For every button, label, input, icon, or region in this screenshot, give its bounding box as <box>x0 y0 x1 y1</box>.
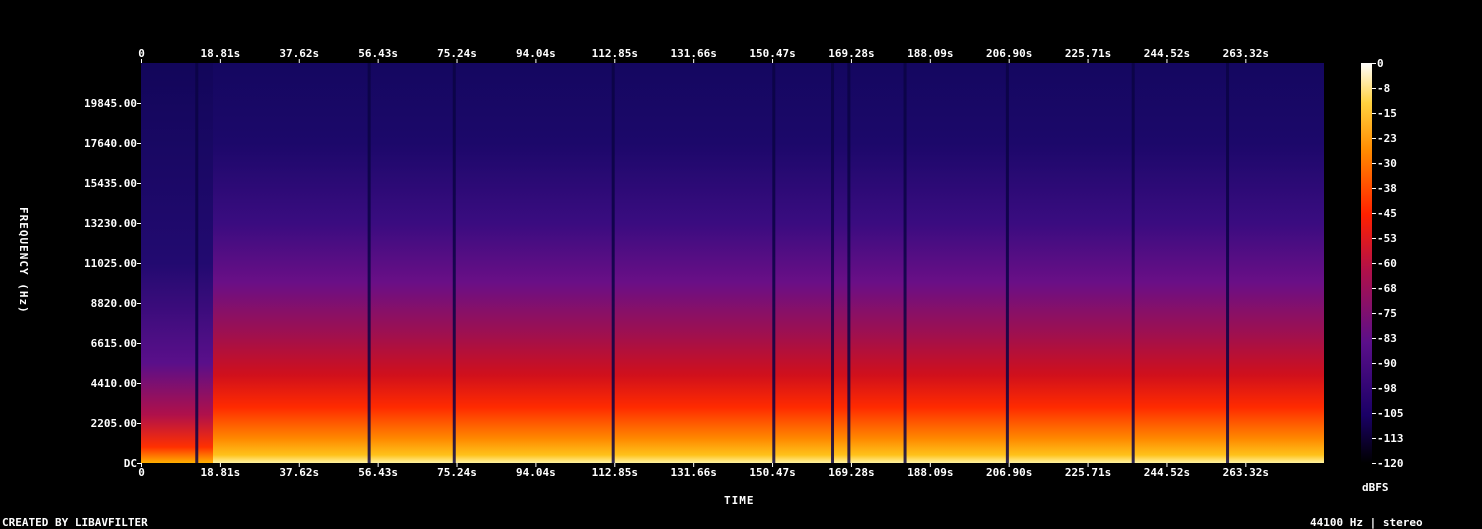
y-tick-label: 15435.00 <box>84 176 137 190</box>
colorbar <box>1361 63 1372 463</box>
intro-region <box>141 63 213 463</box>
y-tick-label: 4410.00 <box>90 376 137 390</box>
x-tick-label-bottom: 206.90s <box>985 466 1033 479</box>
x-tick-label-top: 0 <box>138 47 145 60</box>
x-tick-label-top: 188.09s <box>907 47 954 60</box>
x-tick-label-top: 18.81s <box>200 47 241 60</box>
x-tick-label-bottom: 18.81s <box>200 466 241 479</box>
y-tick-label: 6615.00 <box>90 336 137 350</box>
colorbar-tick-label: -45 <box>1377 206 1397 220</box>
colorbar-tick-label: -53 <box>1377 231 1397 245</box>
silence-dip <box>903 63 907 463</box>
silence-dip <box>1226 63 1230 463</box>
x-tick-label-bottom: 0 <box>138 466 145 479</box>
x-tick-label-bottom: 112.85s <box>591 466 638 479</box>
x-tick-label-bottom: 131.66s <box>670 466 717 479</box>
silence-dip <box>195 63 199 463</box>
x-tick-label-top: 56.43s <box>358 47 399 60</box>
colorbar-tick-label: -23 <box>1377 131 1397 145</box>
y-tick-label: 2205.00 <box>90 416 137 430</box>
x-tick-label-bottom: 56.43s <box>358 466 399 479</box>
silence-dip <box>772 63 776 463</box>
y-tick-label: 11025.00 <box>84 256 137 270</box>
y-tick-label: 19845.00 <box>84 96 137 110</box>
colorbar-tick-marks <box>1372 63 1376 464</box>
x-tick-label-top: 75.24s <box>437 47 477 60</box>
x-tick-label-top: 244.52s <box>1143 47 1191 60</box>
created-by-text: CREATED BY LIBAVFILTER <box>2 516 148 529</box>
silence-dip <box>847 63 851 463</box>
colorbar-tick-label: -68 <box>1377 281 1397 295</box>
colorbar-tick-label: -83 <box>1377 331 1397 345</box>
y-tick-label: DC <box>123 456 137 470</box>
colorbar-tick-label: -30 <box>1377 156 1397 170</box>
plot-area <box>141 63 1340 463</box>
x-tick-label-bottom: 37.62s <box>279 466 320 479</box>
x-tick-label-bottom: 225.71s <box>1064 466 1112 479</box>
x-tick-label-bottom: 150.47s <box>749 466 796 479</box>
x-tick-label-top: 94.04s <box>516 47 556 60</box>
silence-dip <box>831 63 835 463</box>
plot-background <box>141 63 1324 463</box>
silence-dip <box>1131 63 1135 463</box>
colorbar-tick-label: -75 <box>1377 306 1397 320</box>
colorbar-tick-label: -120 <box>1377 456 1404 470</box>
x-tick-label-top: 131.66s <box>670 47 717 60</box>
y-tick-marks <box>137 103 141 464</box>
colorbar-tick-label: -8 <box>1377 81 1391 95</box>
x-tick-label-bottom: 188.09s <box>907 466 954 479</box>
colorbar-tick-label: -60 <box>1377 256 1397 270</box>
y-tick-label: 8820.00 <box>90 296 137 310</box>
x-tick-label-top: 150.47s <box>749 47 796 60</box>
x-tick-label-bottom: 75.24s <box>437 466 477 479</box>
x-tick-label-bottom: 244.52s <box>1143 466 1191 479</box>
silence-dip <box>367 63 371 463</box>
sample-rate-info: 44100 Hz | stereo <box>1310 516 1423 529</box>
silence-dip <box>452 63 456 463</box>
colorbar-tick-label: -113 <box>1377 431 1404 445</box>
spectrogram-chart <box>137 59 1376 467</box>
x-tick-label-top: 225.71s <box>1064 47 1112 60</box>
colorbar-tick-label: 0 <box>1377 56 1384 70</box>
silence-dip <box>1005 63 1009 463</box>
x-tick-label-bottom: 94.04s <box>516 466 556 479</box>
y-tick-label: 17640.00 <box>84 136 137 150</box>
colorbar-tick-label: -15 <box>1377 106 1397 120</box>
x-tick-label-bottom: 169.28s <box>828 466 875 479</box>
x-tick-label-bottom: 263.32s <box>1222 466 1270 479</box>
silence-dip <box>611 63 615 463</box>
tail-silence <box>1324 63 1340 463</box>
x-axis-label: TIME <box>724 494 755 507</box>
x-tick-label-top: 112.85s <box>591 47 638 60</box>
x-tick-label-top: 263.32s <box>1222 47 1270 60</box>
x-tick-label-top: 37.62s <box>279 47 320 60</box>
colorbar-tick-label: -38 <box>1377 181 1397 195</box>
x-tick-label-top: 169.28s <box>828 47 875 60</box>
colorbar-unit: dBFS <box>1362 481 1389 494</box>
colorbar-tick-label: -98 <box>1377 381 1397 395</box>
y-axis-label: FREQUENCY (Hz) <box>17 207 30 314</box>
x-tick-label-top: 206.90s <box>985 47 1033 60</box>
colorbar-tick-label: -105 <box>1377 406 1404 420</box>
colorbar-tick-label: -90 <box>1377 356 1397 370</box>
y-tick-label: 13230.00 <box>84 216 137 230</box>
